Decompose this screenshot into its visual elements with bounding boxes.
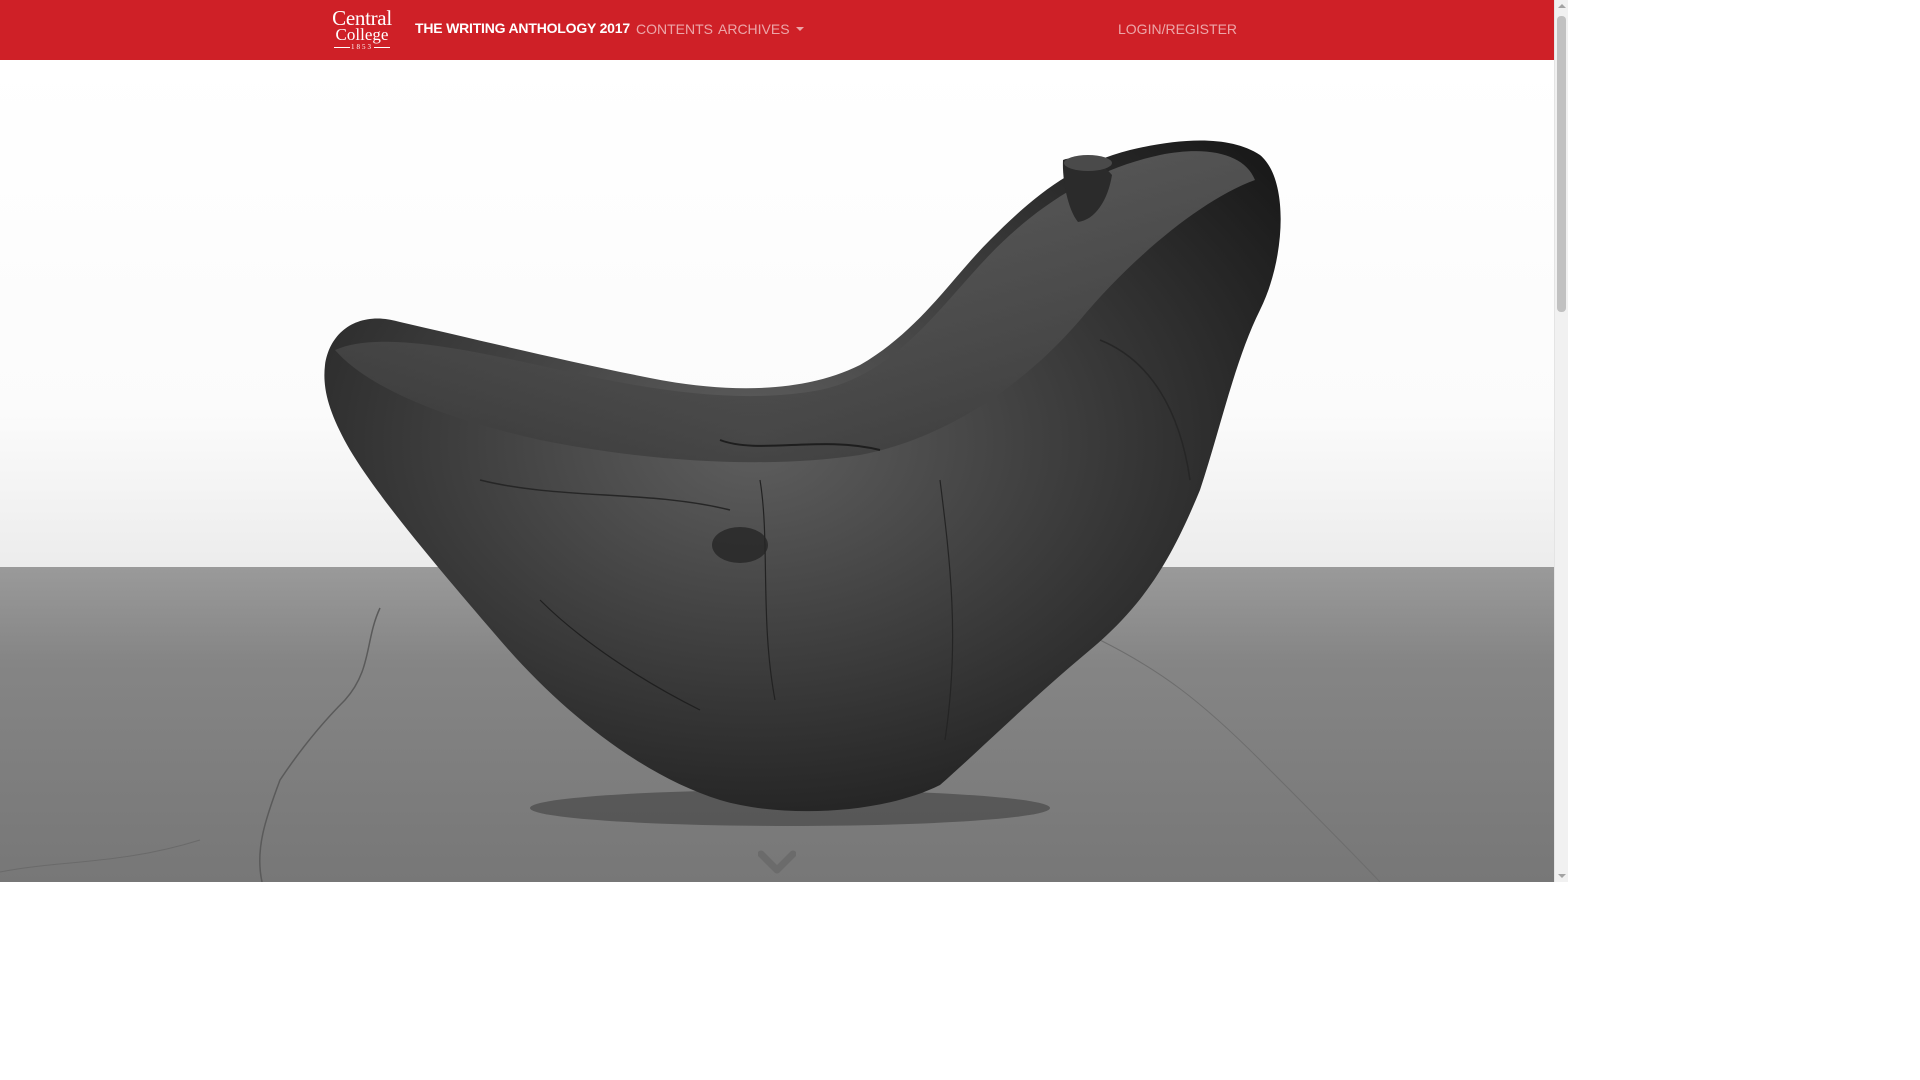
page-scrollbar[interactable]	[1554, 0, 1568, 882]
scroll-down-arrow-icon[interactable]	[1558, 874, 1566, 878]
site-title[interactable]: THE WRITING ANTHOLOGY 2017	[415, 19, 630, 37]
chevron-down-icon[interactable]	[758, 850, 796, 876]
wooden-sculpture-image	[0, 140, 1381, 882]
nav-archives-dropdown[interactable]: ARCHIVES	[718, 20, 804, 38]
page: Central College 1853 THE WRITING ANTHOLO…	[0, 0, 1568, 882]
nav-contents-label: CONTENTS	[636, 21, 713, 37]
caret-down-icon	[795, 27, 804, 31]
nav-archives-label: ARCHIVES	[718, 21, 790, 37]
nav-login-label: LOGIN/REGISTER	[1118, 21, 1238, 37]
logo-year: 1853	[322, 43, 402, 51]
hero-banner	[0, 60, 1554, 882]
scroll-thumb[interactable]	[1557, 16, 1566, 312]
nav-login-register[interactable]: LOGIN/REGISTER	[1118, 20, 1237, 38]
scroll-up-arrow-icon[interactable]	[1558, 4, 1566, 8]
navbar: Central College 1853 THE WRITING ANTHOLO…	[0, 0, 1554, 60]
nav-contents[interactable]: CONTENTS	[636, 20, 713, 38]
college-logo[interactable]: Central College 1853	[322, 8, 402, 52]
